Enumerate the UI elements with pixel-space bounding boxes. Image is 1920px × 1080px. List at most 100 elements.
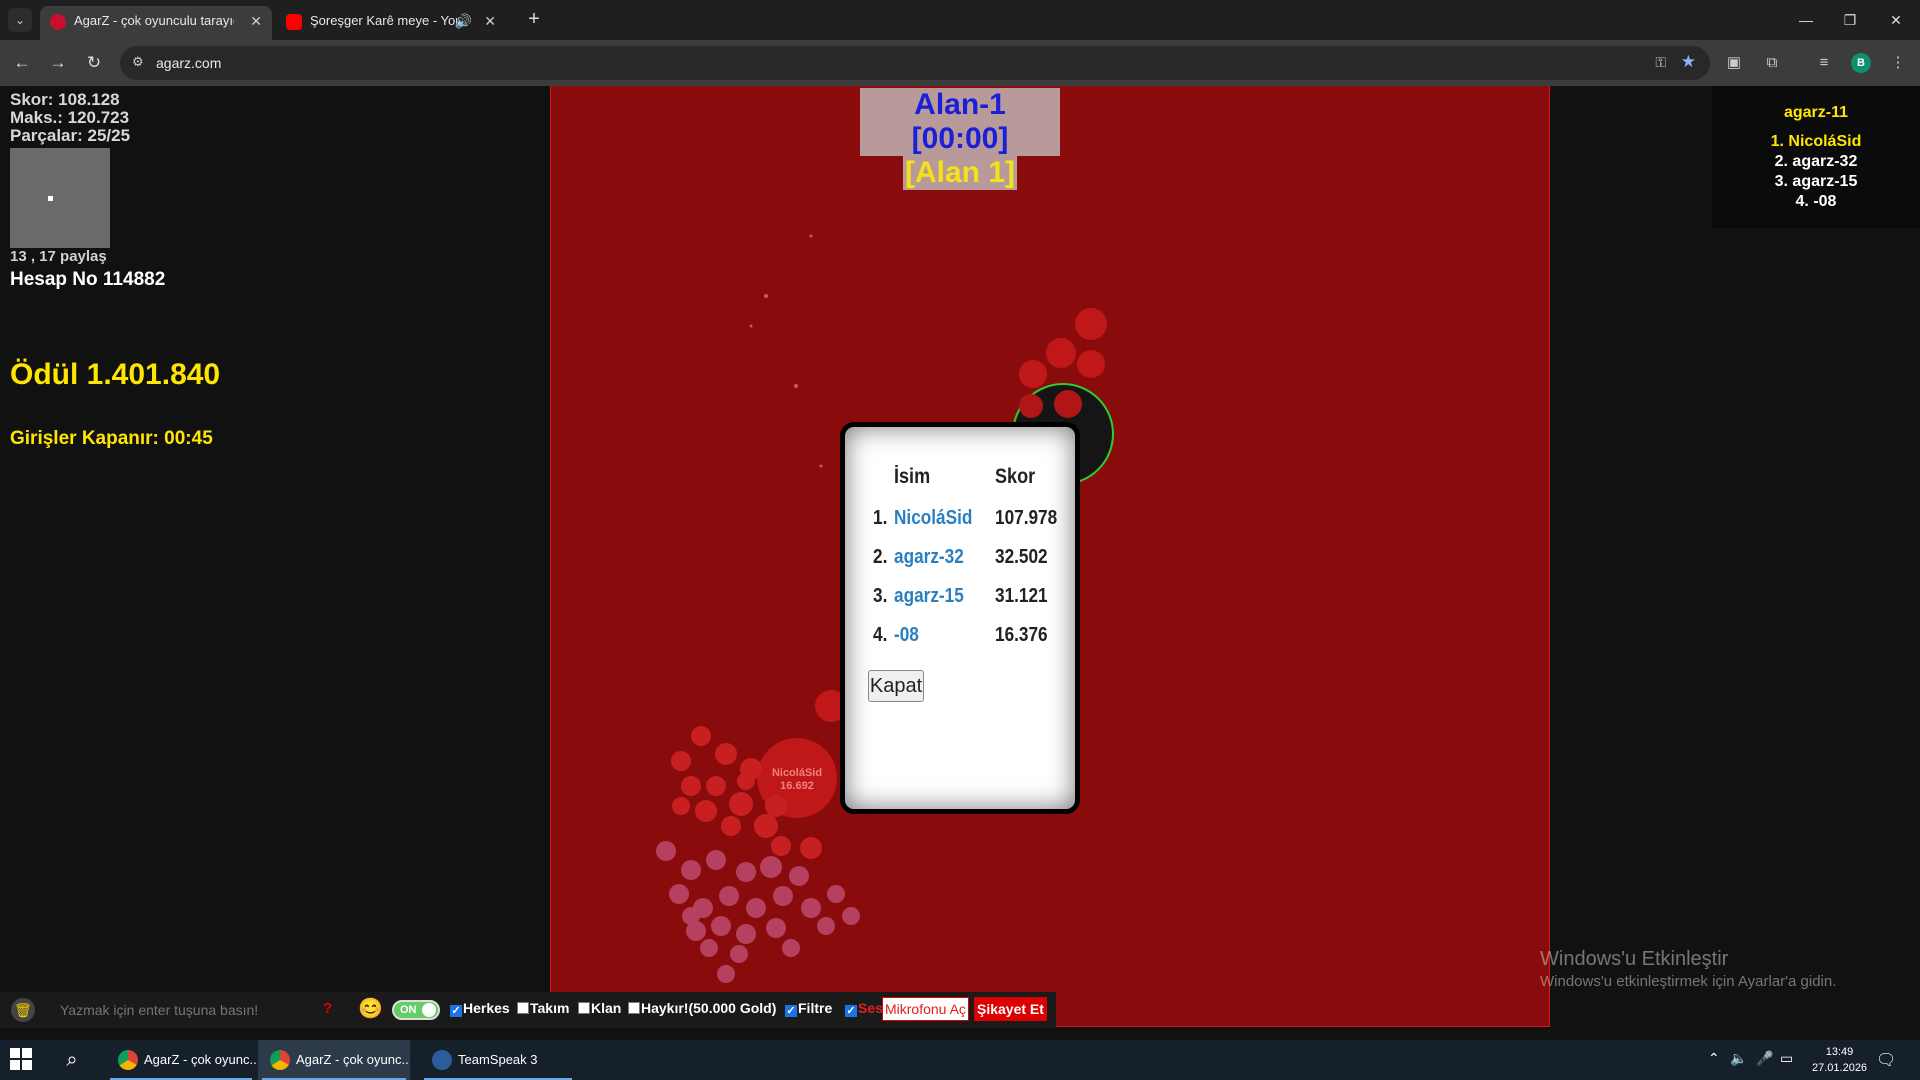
network-icon[interactable]: ▭ xyxy=(1780,1050,1793,1067)
zone-title: Alan-1 [00:00] [Alan 1] xyxy=(860,88,1060,190)
media-icon[interactable]: ▣ xyxy=(1722,51,1746,75)
notification-icon[interactable]: 🗨 xyxy=(1876,1050,1896,1070)
checkbox-icon xyxy=(628,1002,640,1014)
results-modal: İsim Skor 1. NicoláSid 107.978 2. agarz-… xyxy=(840,422,1080,814)
report-button[interactable]: Şikayet Et xyxy=(974,997,1047,1021)
score-cell: 107.978 xyxy=(994,507,1058,529)
close-tab-icon[interactable]: ✕ xyxy=(484,6,496,36)
windows-taskbar: ⌕ AgarZ - çok oyunc... AgarZ - çok oyunc… xyxy=(0,1040,1920,1080)
bookmark-star-icon[interactable]: ★ xyxy=(1681,52,1696,72)
browser-toolbar: ← → ↻ ⚙ agarz.com ⚿ ★ ▣ ⧉ ≡ B ⋮ xyxy=(0,40,1920,86)
score-cell: 16.376 xyxy=(994,624,1048,646)
checkbox-icon xyxy=(517,1002,529,1014)
checkbox-icon xyxy=(578,1002,590,1014)
password-key-icon[interactable]: ⚿ xyxy=(1655,54,1666,71)
food-pellet xyxy=(749,324,753,328)
volume-icon[interactable]: 🔈 xyxy=(1730,1050,1747,1067)
clan-checkbox[interactable]: Klan xyxy=(578,1000,621,1016)
tab-label: AgarZ - çok oyunculu tarayıcı oyunu xyxy=(74,13,234,28)
media-control-icon[interactable]: ≡ xyxy=(1812,51,1836,75)
toggle-label: ON xyxy=(400,1004,417,1016)
emoji-icon[interactable]: 😊 xyxy=(358,996,383,1021)
profile-avatar[interactable]: B xyxy=(1851,53,1871,73)
player-name-cell: agarz-32 xyxy=(893,546,964,568)
leaderboard-title: agarz-11 xyxy=(1783,104,1849,121)
prize-text: Ödül 1.401.840 xyxy=(10,358,221,391)
rank-cell: 4. xyxy=(873,624,888,646)
coords-share-link[interactable]: 13 , 17 paylaş xyxy=(10,248,107,265)
speaker-icon[interactable]: 🔊 xyxy=(455,6,472,36)
score-cell: 32.502 xyxy=(994,546,1048,568)
big-cell-mass: 16.692 xyxy=(780,780,814,792)
results-table: İsim Skor 1. NicoláSid 107.978 2. agarz-… xyxy=(873,455,1077,655)
chrome-icon xyxy=(270,1050,290,1070)
tab-search-chevron-icon[interactable]: ⌄ xyxy=(8,8,32,32)
rank-cell: 3. xyxy=(873,585,888,607)
team-checkbox[interactable]: Takım xyxy=(517,1000,569,1016)
minimap-player-marker xyxy=(48,196,53,201)
close-tab-icon[interactable]: ✕ xyxy=(250,6,262,36)
zone-name-label: [Alan 1] xyxy=(902,156,1017,190)
tab-agarz[interactable]: AgarZ - çok oyunculu tarayıcı oyunu ✕ xyxy=(40,6,272,40)
player-name-cell: agarz-15 xyxy=(893,585,964,607)
taskbar-app-teamspeak[interactable]: TeamSpeak 3 xyxy=(420,1040,576,1080)
leaderboard-item: 3. agarz-15 xyxy=(1774,173,1858,190)
microphone-icon[interactable]: 🎤 xyxy=(1756,1050,1773,1067)
browser-tab-bar: ⌄ AgarZ - çok oyunculu tarayıcı oyunu ✕ … xyxy=(0,0,1920,40)
windows-activation-watermark: Windows'u Etkinleştir Windows'u etkinleş… xyxy=(1540,948,1836,990)
trash-icon[interactable]: 🗑 xyxy=(11,998,35,1022)
reload-icon[interactable]: ↻ xyxy=(82,51,106,75)
close-modal-button[interactable]: Kapat xyxy=(868,670,924,702)
taskbar-app-chrome-1[interactable]: AgarZ - çok oyunc... xyxy=(106,1040,256,1080)
rank-cell: 2. xyxy=(873,546,888,568)
new-tab-button[interactable]: + xyxy=(520,6,548,34)
minimize-icon[interactable]: — xyxy=(1786,8,1826,32)
score-column-header: Skor xyxy=(994,465,1035,488)
back-arrow-icon[interactable]: ← xyxy=(10,51,34,75)
account-number: Hesap No 114882 xyxy=(10,269,166,290)
filter-checkbox[interactable]: ✓ Filtre xyxy=(785,1000,832,1017)
player-stats: Skor: 108.128 Maks.: 120.723 Parçalar: 2… xyxy=(10,91,130,145)
taskbar-clock[interactable]: 13:49 27.01.2026 xyxy=(1812,1044,1867,1076)
tray-chevron-icon[interactable]: ⌃ xyxy=(1708,1050,1720,1067)
help-icon[interactable]: ? xyxy=(323,1000,332,1017)
food-pellet xyxy=(809,234,813,238)
enemy-cell xyxy=(1019,360,1047,388)
big-cell-name: NicoláSid xyxy=(772,767,822,779)
team-label: Takım xyxy=(530,1000,570,1016)
minimap[interactable] xyxy=(10,148,110,248)
menu-kebab-icon[interactable]: ⋮ xyxy=(1886,51,1910,75)
enemy-cell xyxy=(1019,394,1043,418)
everyone-checkbox[interactable]: ✓ Herkes xyxy=(450,1000,510,1017)
tab-youtube[interactable]: Şoreşger Karê meye - YouTube 🔊 ✕ xyxy=(276,6,506,40)
mic-button[interactable]: Mikrofonu Aç xyxy=(882,997,969,1021)
entries-closing-text: Girişler Kapanır: 00:45 xyxy=(10,428,213,449)
zone-timer-label: Alan-1 [00:00] xyxy=(860,88,1060,156)
clock-time: 13:49 xyxy=(1825,1046,1854,1058)
taskbar-app-chrome-2[interactable]: AgarZ - çok oyunc... xyxy=(258,1040,410,1080)
agarz-favicon-icon xyxy=(50,14,66,30)
search-icon[interactable]: ⌕ xyxy=(58,1046,86,1074)
close-window-icon[interactable]: ✕ xyxy=(1876,8,1916,32)
checkbox-checked-icon: ✓ xyxy=(450,1005,462,1017)
forward-arrow-icon[interactable]: → xyxy=(46,51,70,75)
name-column-header: İsim xyxy=(893,465,930,488)
leaderboard-item: 2. agarz-32 xyxy=(1774,153,1858,170)
table-row: 1. NicoláSid 107.978 xyxy=(873,499,1077,538)
food-pellet xyxy=(819,464,823,468)
sound-checkbox[interactable]: ✓ Ses xyxy=(845,1000,883,1017)
windows-start-icon[interactable] xyxy=(10,1048,34,1072)
shout-label: Haykır!(50.000 Gold) xyxy=(641,1000,777,1016)
site-info-icon[interactable]: ⚙ xyxy=(132,54,144,70)
url-text[interactable]: agarz.com xyxy=(156,46,221,80)
pink-cell-cluster xyxy=(656,841,860,983)
extensions-puzzle-icon[interactable]: ⧉ xyxy=(1760,51,1784,75)
taskbar-app-label: AgarZ - çok oyunc... xyxy=(144,1052,256,1067)
tab-label: Şoreşger Karê meye - YouTube xyxy=(310,13,460,28)
chat-toggle[interactable]: ON xyxy=(392,1000,440,1020)
taskbar-app-label: AgarZ - çok oyunc... xyxy=(296,1052,410,1067)
address-bar[interactable]: ⚙ agarz.com ⚿ ★ xyxy=(120,46,1710,80)
chat-input[interactable] xyxy=(50,996,340,1024)
shout-checkbox[interactable]: Haykır!(50.000 Gold) xyxy=(628,1000,776,1016)
restore-icon[interactable]: ❐ xyxy=(1830,8,1870,32)
